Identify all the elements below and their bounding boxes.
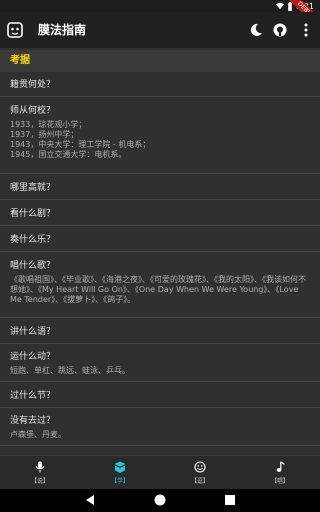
- tab-label: 【说】: [30, 478, 49, 485]
- list-item[interactable]: 过什么节？: [0, 382, 320, 408]
- section-header: 考据: [0, 50, 320, 72]
- list-item[interactable]: 讲什么语？: [0, 318, 320, 344]
- more-options-icon[interactable]: [298, 22, 314, 38]
- tab-label: 【逗】: [190, 478, 209, 485]
- tab-label: 【唱】: [270, 478, 289, 485]
- question-text: 过什么节？: [10, 391, 56, 401]
- tab-label: 【学】: [110, 478, 129, 485]
- question-text: 运什么动？: [10, 352, 56, 362]
- question-text: 讲什么语？: [10, 327, 56, 337]
- list-item[interactable]: 运什么动？ 短跑、单杠、跳远、蛙泳、乒乓。: [0, 344, 320, 382]
- status-bar: 8:21 DEBUG: [0, 0, 320, 34]
- app-title: 膜法指南: [38, 23, 87, 37]
- music-note-icon: [276, 461, 285, 472]
- dark-mode-moon-icon[interactable]: [248, 22, 264, 38]
- tab-speak[interactable]: 【说】: [0, 456, 80, 490]
- home-icon[interactable]: [153, 493, 167, 507]
- answer-text: 短跑、单杠、跳远、蛙泳、乒乓。: [10, 366, 130, 375]
- question-text: 没有去过？: [10, 416, 56, 426]
- list-item[interactable]: 唱什么歌？ 《歌唱祖国》、《毕业歌》、《海港之夜》、《可爱的玫瑰花》、《我的太阳…: [0, 252, 320, 318]
- list-item[interactable]: 看什么剧？: [0, 200, 320, 226]
- book-icon: [114, 461, 126, 473]
- app-bar: 膜法指南: [0, 12, 320, 48]
- back-icon[interactable]: [83, 493, 97, 507]
- answer-text: 卢森堡、丹麦。: [10, 430, 66, 439]
- microphone-icon: [35, 461, 45, 473]
- list-item[interactable]: 籍贯何处？: [0, 72, 320, 97]
- system-navigation-bar: [0, 489, 320, 512]
- question-text: 看什么剧？: [10, 209, 56, 219]
- list-item[interactable]: 师从何校？ 1933，琼花观小学； 1937，扬州中学； 1943，中央大学：理…: [0, 97, 320, 174]
- github-icon[interactable]: [272, 22, 288, 38]
- wifi-icon: [276, 2, 285, 10]
- tab-tease[interactable]: 【逗】: [160, 456, 240, 490]
- tab-learn[interactable]: 【学】: [80, 456, 160, 490]
- question-text: 唱什么歌？: [10, 261, 56, 271]
- list-item[interactable]: 哪里高就？: [0, 174, 320, 200]
- section-title: 考据: [10, 55, 30, 66]
- recents-icon[interactable]: [223, 493, 237, 507]
- question-text: 师从何校？: [10, 106, 56, 116]
- question-text: 奏什么乐？: [10, 235, 56, 245]
- tab-sing[interactable]: 【唱】: [240, 456, 320, 490]
- bottom-navigation: 【说】 【学】 【逗】 【唱】: [0, 455, 320, 489]
- question-text: 籍贯何处？: [10, 80, 56, 90]
- list-item[interactable]: 奏什么乐？: [0, 226, 320, 252]
- answer-text: 1933，琼花观小学； 1937，扬州中学； 1943，中央大学：理工学院 - …: [10, 120, 151, 159]
- smile-icon: [194, 461, 206, 473]
- question-text: 哪里高就？: [10, 183, 56, 193]
- answer-text: 《歌唱祖国》、《毕业歌》、《海港之夜》、《可爱的玫瑰花》、《我的太阳》、《我该如…: [10, 275, 306, 304]
- list-item[interactable]: 没有去过？ 卢森堡、丹麦。: [0, 408, 320, 446]
- app-logo-icon: [7, 22, 23, 38]
